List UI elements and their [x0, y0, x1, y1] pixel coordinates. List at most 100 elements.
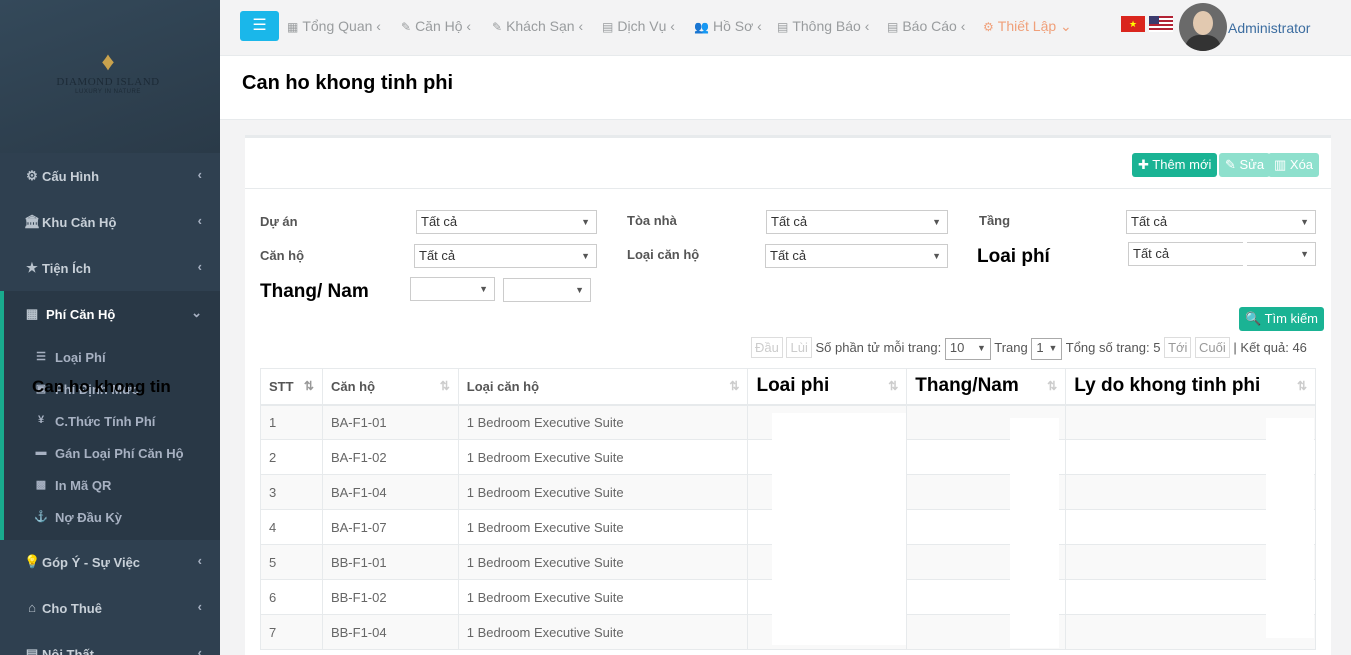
per-page-label: Số phần tử mỗi trang: — [815, 340, 942, 355]
project-select[interactable]: Tất cả ▼ — [416, 210, 597, 234]
nav-thiet-lap[interactable]: ⚙ Thiết Lập ⌄ — [983, 18, 1072, 35]
header-label: Thang/Nam — [915, 375, 1019, 397]
column-header-thang-nam[interactable]: Thang/Nam ⇅ — [906, 368, 1067, 406]
sidebar-item-noi-that[interactable]: ▤ Nội Thất ‹ — [0, 631, 220, 655]
sort-icon: ⇅ — [1296, 379, 1307, 393]
menu-toggle-button[interactable]: ☰ — [240, 11, 279, 41]
header-label: Loại căn hộ — [466, 378, 540, 394]
page-heading: Can ho khong tinh phi — [220, 56, 1351, 120]
sidebar: ♦ DIAMOND ISLAND LUXURY IN NATURE ⚙ Cấu … — [0, 0, 220, 655]
caret-down-icon: ▼ — [1048, 343, 1058, 353]
sidebar-item-label: Khu Căn Hộ — [42, 215, 117, 230]
column-header-ly-do[interactable]: Ly do khong tinh phi ⇅ — [1065, 368, 1316, 406]
sidebar-subitem-cthuc-tinh-phi[interactable]: ¥ C.Thức Tính Phí — [4, 406, 220, 436]
building-label: Tòa nhà — [627, 213, 677, 228]
cell-loai-can-ho: 1 Bedroom Executive Suite — [457, 544, 749, 580]
last-page-button[interactable]: Cuối — [1195, 337, 1230, 358]
apartment-type-select[interactable]: Tất cả ▼ — [765, 244, 948, 268]
chevron-left-icon: ‹ — [197, 259, 202, 274]
column-header-stt[interactable]: STT ⇅ — [260, 368, 323, 406]
nav-tong-quan[interactable]: ▦ Tổng Quan ‹ — [287, 18, 381, 34]
anchor-icon: ⚓ — [34, 511, 48, 523]
nav-bao-cao[interactable]: ▤ Báo Cáo ‹ — [887, 18, 965, 34]
cell-loai-can-ho: 1 Bedroom Executive Suite — [457, 404, 749, 440]
sidebar-item-cho-thue[interactable]: ⌂ Cho Thuê ‹ — [0, 585, 220, 631]
fee-type-select[interactable]: Tất cả ▼ — [1128, 242, 1316, 266]
top-navbar: ☰ ▦ Tổng Quan ‹ ✎ Căn Hộ ‹ ✎ Khách Sạn ‹ ▤ D… — [220, 0, 1351, 56]
sidebar-subitem-in-ma-qr[interactable]: ▩ In Mã QR — [4, 470, 220, 500]
chevron-left-icon: ‹ — [864, 18, 870, 34]
page-label: Trang — [994, 340, 1028, 355]
nav-khach-san[interactable]: ✎ Khách Sạn ‹ — [492, 18, 583, 34]
prev-page-button[interactable]: Lùi — [786, 337, 812, 358]
sort-icon: ⇅ — [439, 379, 450, 393]
sidebar-item-khu-can-ho[interactable]: 🏛 Khu Căn Hộ ‹ — [0, 199, 220, 245]
nav-label: Dịch Vụ — [617, 18, 667, 34]
sidebar-subitem-label: C.Thức Tính Phí — [55, 414, 156, 429]
column-header-can-ho[interactable]: Căn hộ ⇅ — [321, 368, 459, 406]
delete-button[interactable]: ▥ Xóa — [1268, 153, 1320, 177]
flag-star: ★ — [1128, 19, 1138, 29]
diamond-logo-icon: ♦ — [101, 46, 115, 76]
vietnam-flag-icon[interactable]: ★ — [1121, 16, 1145, 32]
nav-label: Thiết Lập — [997, 18, 1057, 34]
edit-button[interactable]: ✎ Sửa — [1219, 153, 1271, 177]
logo-brand: DIAMOND ISLAND — [56, 76, 160, 88]
month-year-label: Thang/ Nam — [260, 281, 369, 302]
column-header-loai-can-ho[interactable]: Loại căn hộ ⇅ — [457, 368, 749, 406]
search-button[interactable]: 🔍 Tìm kiếm — [1239, 307, 1325, 331]
file-icon: ▤ — [777, 20, 789, 34]
pencil-icon: ✎ — [492, 20, 503, 34]
pencil-icon: ✎ — [401, 20, 412, 34]
nav-ho-so[interactable]: 👥 Hồ Sơ ‹ — [694, 18, 762, 34]
sidebar-subitem-loai-phi[interactable]: ☰ Loại Phí — [4, 342, 220, 372]
sidebar-item-gop-y[interactable]: 💡 Góp Ý - Sự Việc ‹ — [0, 539, 220, 585]
yen-icon: ¥ — [37, 414, 45, 426]
apartment-select[interactable]: Tất cả ▼ — [414, 244, 597, 268]
nav-label: Căn Hộ — [415, 18, 463, 34]
per-page-select[interactable]: 10 ▼ — [944, 338, 991, 360]
month-select[interactable]: ▼ — [410, 277, 495, 301]
year-select[interactable]: ▼ — [503, 278, 591, 302]
cell-can-ho: BB-F1-04 — [321, 614, 459, 650]
select-value: Tất cả — [1133, 246, 1170, 261]
header-label: Căn hộ — [330, 378, 376, 394]
sidebar-subitem-label: Nợ Đầu Kỳ — [55, 510, 123, 525]
caret-down-icon: ▼ — [581, 251, 590, 261]
sidebar-subitem-gan-loai-phi[interactable]: ▬ Gán Loại Phí Căn Hộ — [4, 438, 220, 468]
overlay-label: Can ho khong tin — [32, 377, 171, 396]
select-value: Tất cả — [770, 248, 807, 263]
select-value: 1 — [1036, 340, 1044, 355]
dashboard-icon: ▦ — [287, 20, 299, 34]
page-select[interactable]: 1 ▼ — [1031, 338, 1063, 360]
select-value: 10 — [949, 340, 965, 355]
list-icon: ☰ — [36, 351, 46, 363]
file-icon: ▤ — [602, 20, 614, 34]
logo[interactable]: ♦ DIAMOND ISLAND LUXURY IN NATURE — [48, 48, 168, 95]
nav-label: Hồ Sơ — [712, 18, 754, 34]
first-page-button[interactable]: Đầu — [751, 337, 783, 358]
us-flag-icon[interactable] — [1149, 16, 1173, 32]
toolbar: ✚ Thêm mới ✎ Sửa ▥ Xóa — [245, 138, 1331, 189]
sidebar-subitem-label: In Mã QR — [55, 478, 112, 493]
nav-dich-vu[interactable]: ▤ Dịch Vụ ‹ — [602, 18, 675, 34]
sidebar-subitem-no-dau-ky[interactable]: ⚓ Nợ Đầu Kỳ — [4, 502, 220, 532]
avatar[interactable] — [1179, 3, 1227, 51]
sort-icon: ⇅ — [888, 379, 899, 393]
content-box: ✚ Thêm mới ✎ Sửa ▥ Xóa Dự án Tất cả ▼ Tòa… — [245, 135, 1331, 655]
qrcode-icon: ▩ — [35, 479, 47, 491]
sidebar-item-phi-can-ho[interactable]: ▦ Phí Căn Hộ ⌄ — [0, 291, 220, 337]
next-page-button[interactable]: Tới — [1164, 337, 1192, 358]
add-button[interactable]: ✚ Thêm mới — [1132, 153, 1218, 177]
building-select[interactable]: Tất cả ▼ — [766, 210, 948, 234]
pagination: Đầu Lùi Số phần tử mỗi trang: 10 ▼ Trang… — [751, 337, 1307, 360]
column-header-loai-phi[interactable]: Loai phi ⇅ — [747, 368, 908, 406]
user-name[interactable]: Administrator — [1228, 20, 1310, 36]
floor-select[interactable]: Tất cả ▼ — [1126, 210, 1316, 234]
sidebar-item-tien-ich[interactable]: ★ Tiện Ích ‹ — [0, 245, 220, 291]
nav-thong-bao[interactable]: ▤ Thông Báo ‹ — [777, 18, 869, 34]
cell-can-ho: BA-F1-01 — [321, 404, 459, 440]
sidebar-item-cau-hinh[interactable]: ⚙ Cấu Hình ‹ — [0, 153, 220, 199]
caret-down-icon: ▼ — [479, 284, 488, 294]
nav-can-ho[interactable]: ✎ Căn Hộ ‹ — [401, 18, 471, 34]
